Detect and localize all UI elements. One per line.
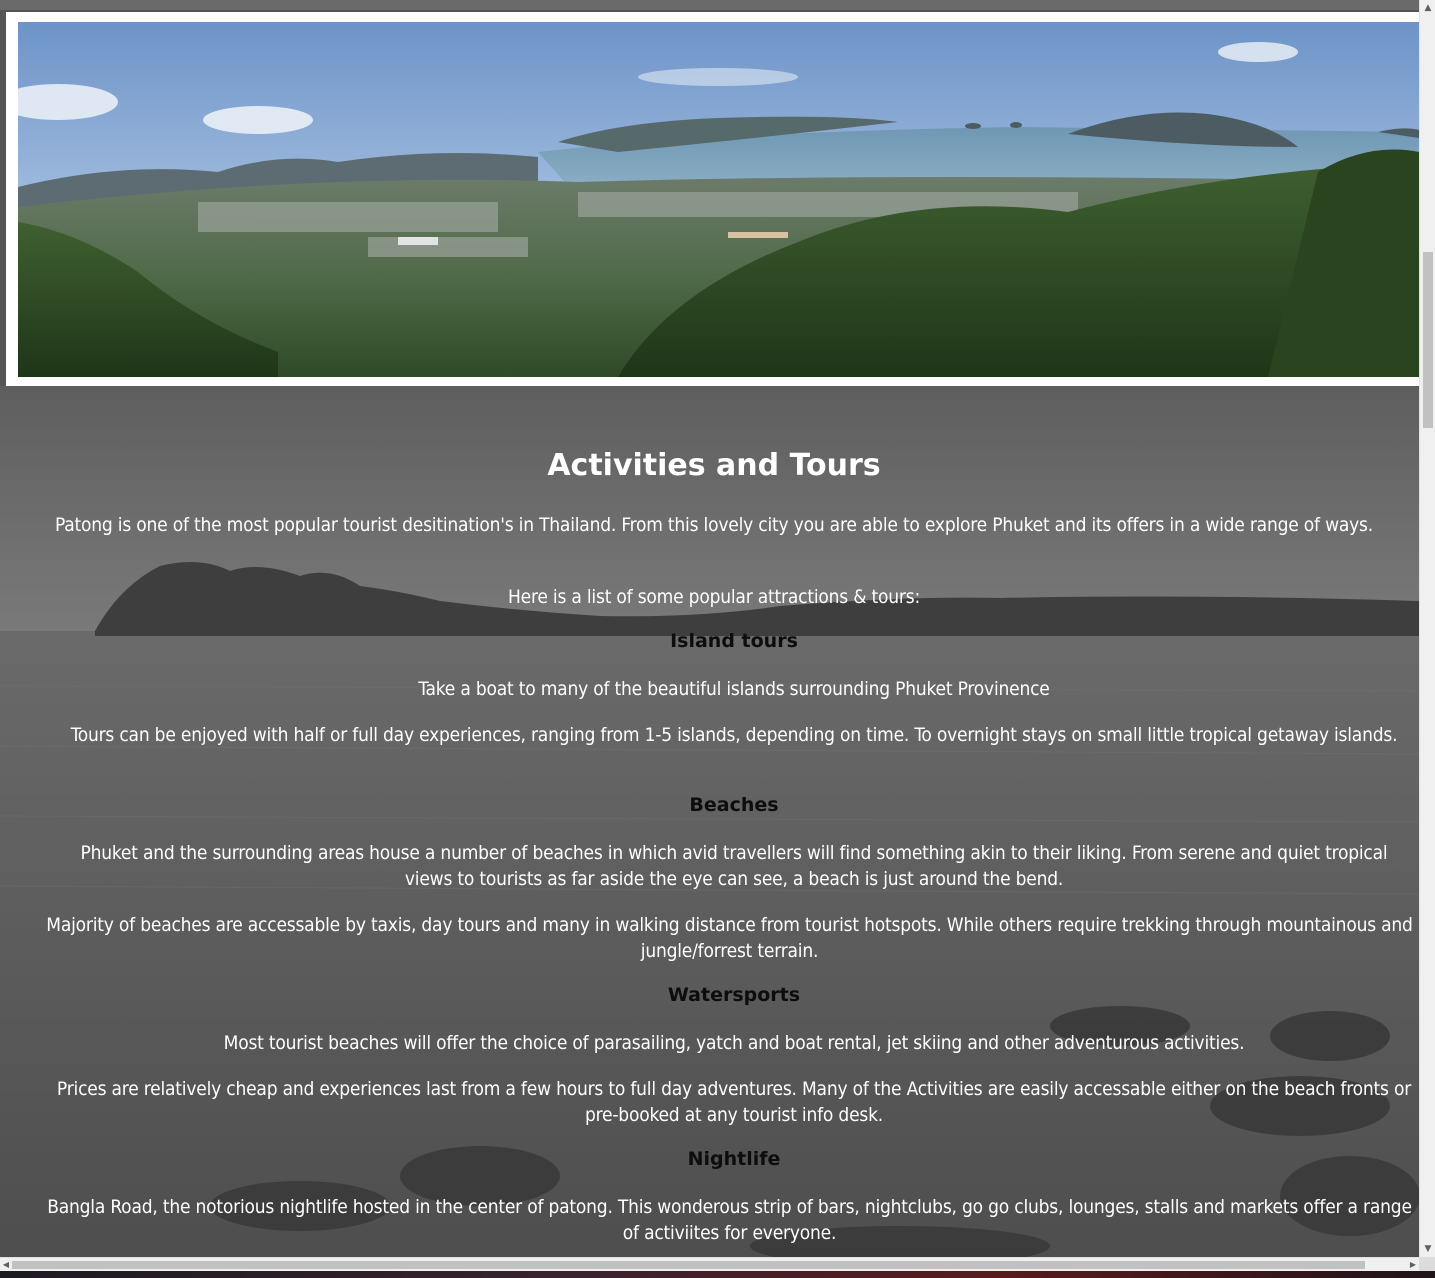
island-tours-paragraph-2: Tours can be enjoyed with half or full d…: [70, 724, 1398, 746]
banner-panorama: [18, 22, 1419, 377]
horizontal-scrollbar[interactable]: ◀ ▶: [0, 1257, 1419, 1272]
arrow-right-icon[interactable]: ▶: [1407, 1258, 1419, 1272]
arrow-up-icon[interactable]: ▲: [1420, 0, 1435, 16]
section-heading-nightlife: Nightlife: [687, 1148, 781, 1170]
arrow-down-icon[interactable]: ▼: [1420, 1241, 1435, 1257]
list-intro: Here is a list of some popular attractio…: [507, 586, 921, 608]
top-strip: [0, 0, 1419, 10]
nightlife-paragraph-1: Bangla Road, the notorious nightlife hos…: [47, 1196, 1412, 1244]
island-tours-paragraph-1: Take a boat to many of the beautiful isl…: [418, 678, 1050, 700]
banner-image: [18, 22, 1419, 377]
section-heading-watersports: Watersports: [667, 984, 801, 1006]
content-section: Activities and Tours Patong is one of th…: [0, 386, 1419, 1257]
section-heading-island-tours: Island tours: [670, 630, 798, 652]
banner-frame: [6, 12, 1419, 386]
arrow-left-icon[interactable]: ◀: [0, 1258, 12, 1272]
vertical-scroll-thumb[interactable]: [1423, 252, 1433, 428]
watersports-paragraph-2: Prices are relatively cheap and experien…: [56, 1078, 1412, 1126]
desktop-strip: [0, 1271, 1435, 1278]
beaches-paragraph-2: Majority of beaches are accessable by ta…: [46, 914, 1413, 962]
horizontal-scroll-thumb[interactable]: [12, 1261, 1365, 1269]
scrollbar-corner: [1419, 1257, 1435, 1271]
page-viewport: Activities and Tours Patong is one of th…: [0, 0, 1419, 1257]
beaches-paragraph-1: Phuket and the surrounding areas house a…: [80, 842, 1388, 890]
watersports-paragraph-1: Most tourist beaches will offer the choi…: [223, 1032, 1245, 1054]
vertical-scrollbar[interactable]: ▲ ▼: [1419, 0, 1435, 1257]
section-heading-beaches: Beaches: [689, 794, 779, 816]
intro-paragraph: Patong is one of the most popular touris…: [54, 514, 1373, 536]
page-title: Activities and Tours: [547, 448, 881, 483]
